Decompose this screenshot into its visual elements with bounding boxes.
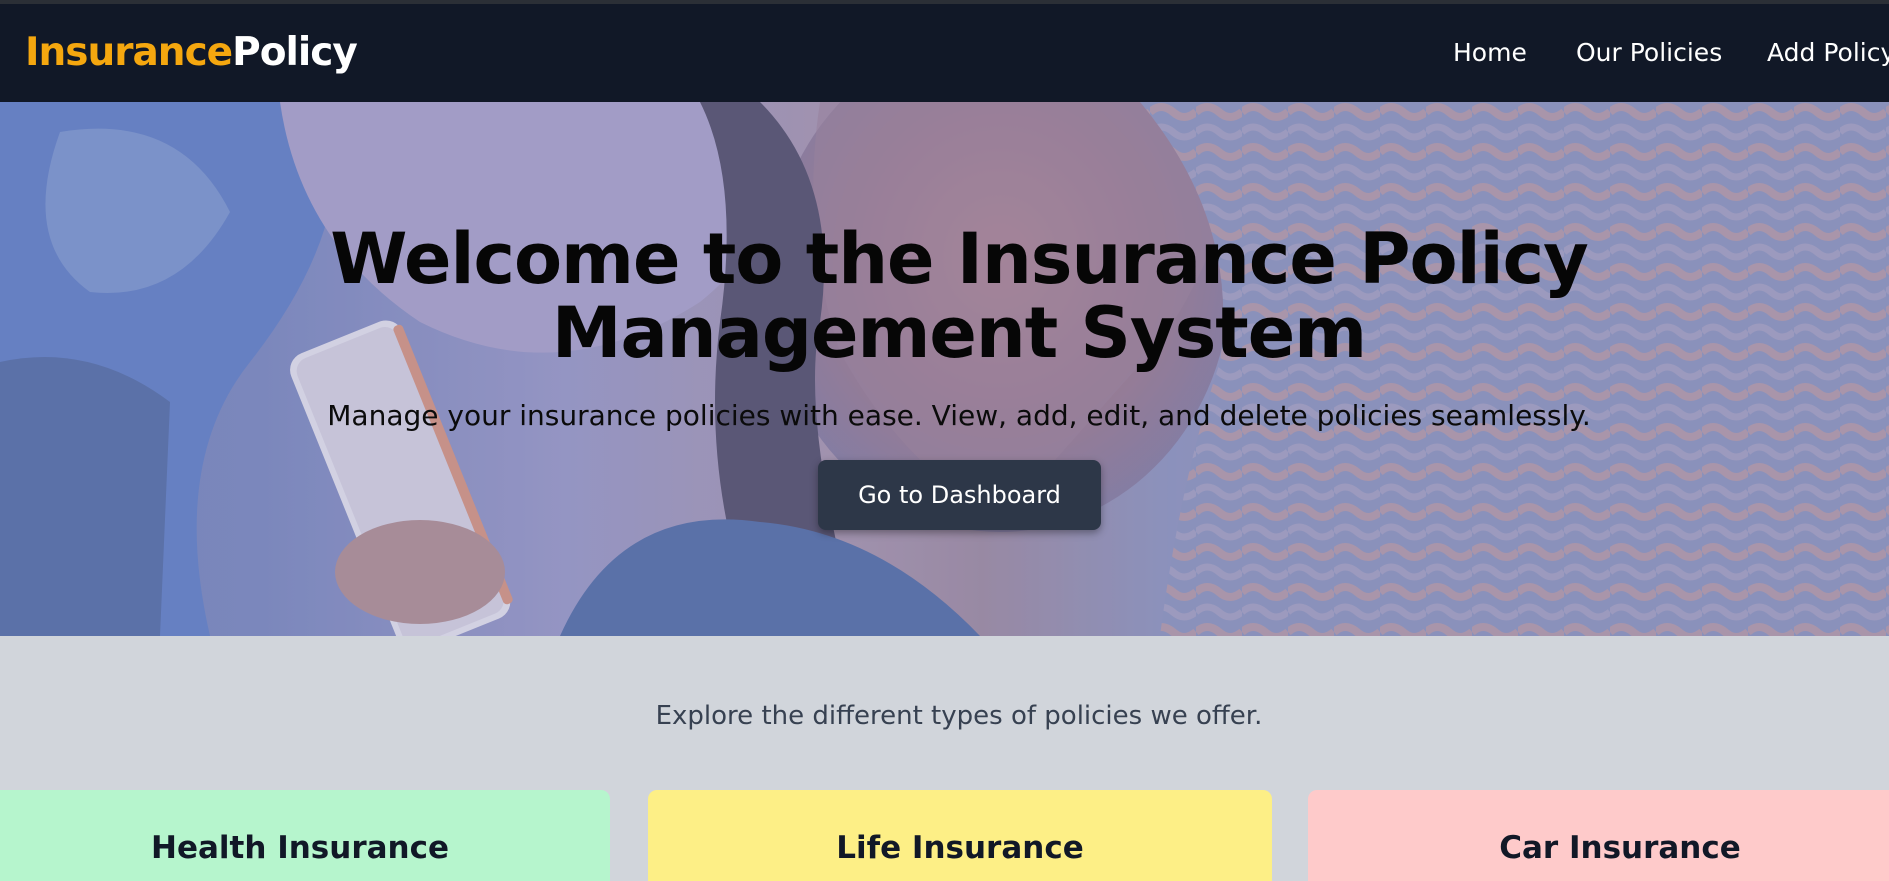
hero-title-line-1: Welcome to the Insurance Policy — [330, 218, 1588, 300]
nav-link-home[interactable]: Home — [1453, 38, 1527, 67]
brand-word-insurance: Insurance — [25, 30, 233, 75]
nav-link-our-policies[interactable]: Our Policies — [1576, 38, 1722, 67]
policy-card-title: Health Insurance — [151, 830, 449, 866]
hero-title-line-2: Management System — [551, 292, 1367, 374]
policies-intro-text: Explore the different types of policies … — [655, 701, 1263, 731]
policy-card-title: Life Insurance — [836, 830, 1084, 866]
hero-section: Welcome to the Insurance Policy Manageme… — [0, 102, 1889, 636]
brand-word-policy: Policy — [232, 30, 358, 75]
nav-link-add-policy[interactable]: Add Policy — [1767, 38, 1889, 67]
hero-title: Welcome to the Insurance Policy Manageme… — [0, 222, 1889, 370]
brand-logo[interactable]: InsurancePolicy — [25, 30, 358, 75]
policy-card-life[interactable]: Life Insurance — [648, 790, 1272, 881]
hero-subtitle: Manage your insurance policies with ease… — [327, 399, 1591, 432]
policy-card-title: Car Insurance — [1499, 830, 1741, 866]
policy-card-car[interactable]: Car Insurance — [1308, 790, 1889, 881]
policy-card-health[interactable]: Health Insurance — [0, 790, 610, 881]
navbar: InsurancePolicy Home Our Policies Add Po… — [0, 4, 1889, 102]
go-to-dashboard-button[interactable]: Go to Dashboard — [818, 460, 1101, 530]
